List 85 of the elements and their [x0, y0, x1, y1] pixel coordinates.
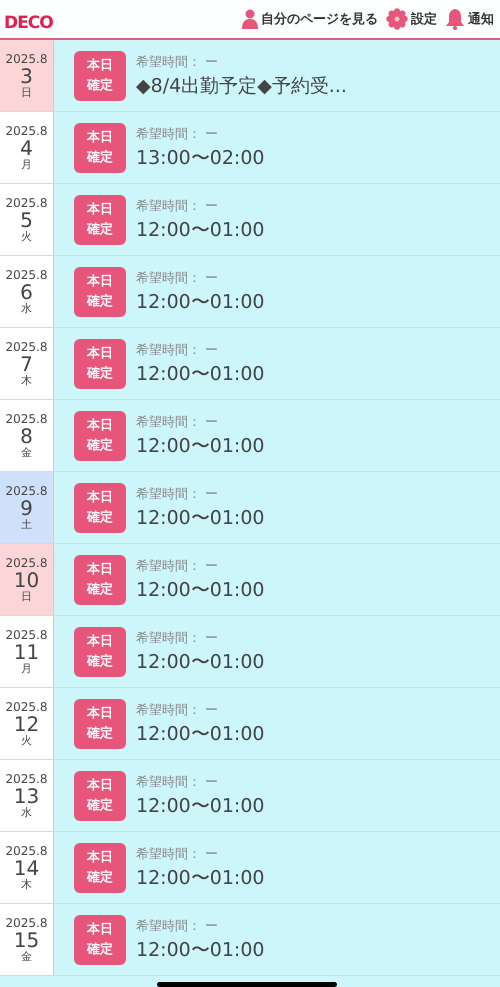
status-badge: 本日確定: [74, 50, 126, 100]
status-badge: 本日確定: [74, 842, 126, 892]
status-badge: 本日確定: [74, 266, 126, 316]
time-label: 希望時間： ー: [136, 918, 220, 934]
weekday-label: 金: [21, 446, 32, 458]
day-number: 13: [14, 786, 40, 807]
month-label: 2025.8: [6, 916, 48, 930]
time-label: 希望時間： ー: [136, 198, 220, 214]
status-badge: 本日確定: [74, 122, 126, 172]
weekday-label: 火: [21, 734, 32, 746]
shift-time[interactable]: 12:00〜01:00: [136, 648, 265, 674]
nav-link[interactable]: 通知: [445, 8, 494, 30]
status-badge: 本日確定: [74, 338, 126, 388]
shift-time[interactable]: 12:00〜01:00: [136, 792, 265, 818]
status-badge: 本日確定: [74, 554, 126, 604]
gear-icon: [386, 8, 408, 30]
day-number: 6: [20, 282, 33, 303]
status-badge: 本日確定: [74, 770, 126, 820]
shift-time[interactable]: 12:00〜01:00: [136, 504, 265, 530]
day-number: 4: [20, 138, 33, 159]
day-number: 7: [20, 354, 33, 375]
weekday-label: 月: [21, 158, 32, 170]
month-label: 2025.8: [6, 124, 48, 138]
month-label: 2025.8: [6, 52, 48, 66]
status-badge: 本日確定: [74, 626, 126, 676]
shift-time[interactable]: 12:00〜01:00: [136, 864, 265, 890]
shift-time[interactable]: 12:00〜01:00: [136, 360, 265, 386]
weekday-label: 木: [21, 878, 32, 890]
weekday-label: 月: [21, 662, 32, 674]
month-label: 2025.8: [6, 700, 48, 714]
shift-time[interactable]: 12:00〜01:00: [136, 576, 265, 602]
day-number: 9: [20, 498, 33, 519]
shift-time[interactable]: 12:00〜01:00: [136, 216, 265, 242]
status-badge: 本日確定: [74, 410, 126, 460]
time-label: 希望時間： ー: [136, 702, 220, 718]
month-label: 2025.8: [6, 628, 48, 642]
month-label: 2025.8: [6, 556, 48, 570]
time-label: 希望時間： ー: [136, 54, 220, 70]
weekday-label: 日: [21, 590, 32, 602]
time-label: 希望時間： ー: [136, 342, 220, 358]
day-number: 15: [14, 930, 40, 951]
day-number: 5: [20, 210, 33, 231]
shift-time[interactable]: 12:00〜01:00: [136, 936, 265, 962]
day-number: 12: [14, 714, 40, 735]
day-number: 11: [14, 642, 40, 663]
weekday-label: 水: [21, 302, 32, 314]
day-number: 8: [20, 426, 33, 447]
time-label: 希望時間： ー: [136, 486, 220, 502]
shift-time[interactable]: 12:00〜01:00: [136, 432, 265, 458]
status-badge: 本日確定: [74, 482, 126, 532]
time-label: 希望時間： ー: [136, 774, 220, 790]
month-label: 2025.8: [6, 412, 48, 426]
nav-link[interactable]: 自分のページを見る: [242, 9, 378, 29]
shift-time[interactable]: 12:00〜01:00: [136, 288, 265, 314]
status-badge: 本日確定: [74, 914, 126, 964]
status-badge: 本日確定: [74, 194, 126, 244]
bell-icon: [445, 8, 465, 30]
month-label: 2025.8: [6, 340, 48, 354]
logo[interactable]: DECO: [4, 13, 53, 33]
day-number: 10: [14, 570, 40, 591]
time-label: 希望時間： ー: [136, 414, 220, 430]
time-label: 希望時間： ー: [136, 126, 220, 142]
month-label: 2025.8: [6, 268, 48, 282]
month-label: 2025.8: [6, 844, 48, 858]
weekday-label: 火: [21, 230, 32, 242]
time-label: 希望時間： ー: [136, 558, 220, 574]
month-label: 2025.8: [6, 484, 48, 498]
time-label: 希望時間： ー: [136, 846, 220, 862]
person-icon: [242, 9, 258, 29]
shift-time[interactable]: ◆8/4出勤予定◆予約受...: [136, 72, 347, 98]
month-label: 2025.8: [6, 772, 48, 786]
weekday-label: 木: [21, 374, 32, 386]
status-badge: 本日確定: [74, 698, 126, 748]
weekday-label: 水: [21, 806, 32, 818]
month-label: 2025.8: [6, 196, 48, 210]
weekday-label: 金: [21, 950, 32, 962]
nav-link[interactable]: 設定: [386, 8, 437, 30]
time-label: 希望時間： ー: [136, 270, 220, 286]
day-number: 3: [20, 66, 33, 87]
shift-time[interactable]: 13:00〜02:00: [136, 144, 265, 170]
day-number: 14: [14, 858, 40, 879]
weekday-label: 土: [21, 518, 32, 530]
weekday-label: 日: [21, 86, 32, 98]
shift-time[interactable]: 12:00〜01:00: [136, 720, 265, 746]
time-label: 希望時間： ー: [136, 630, 220, 646]
